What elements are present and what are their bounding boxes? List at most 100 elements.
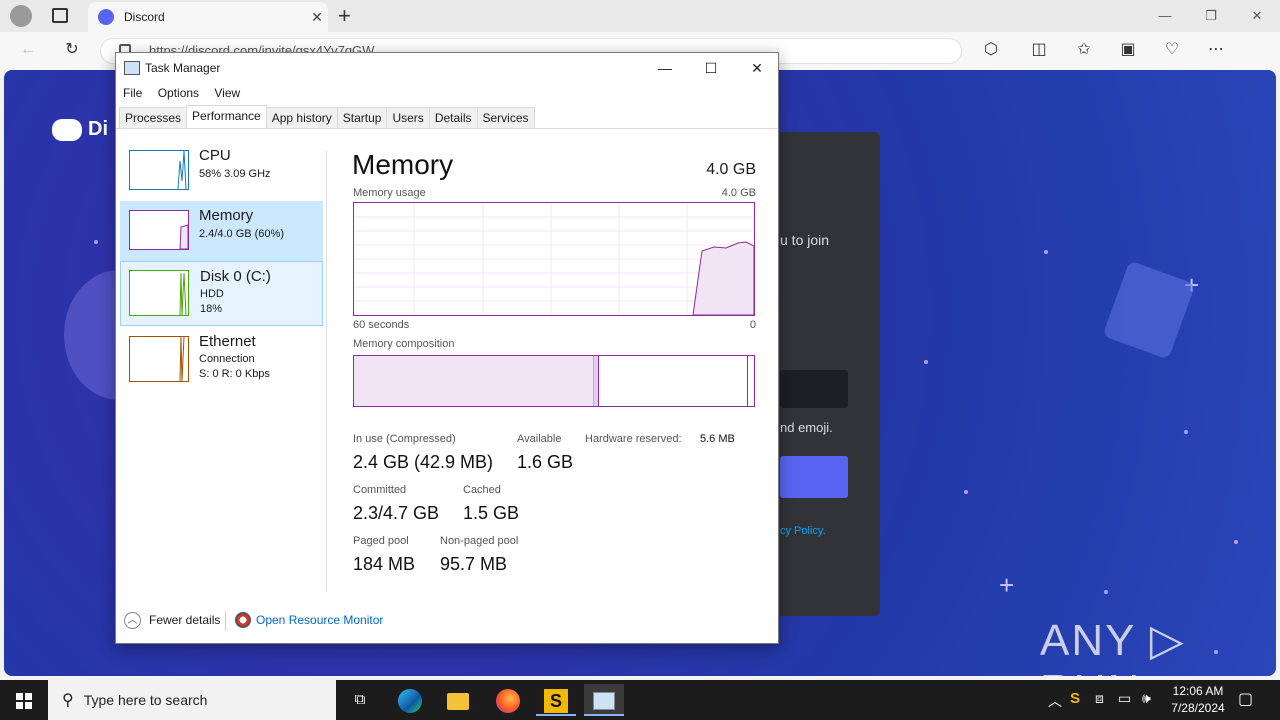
- sidebar-divider: [326, 151, 327, 591]
- clock-date[interactable]: 7/28/2024: [1166, 701, 1230, 715]
- task-view-icon[interactable]: ⧉: [340, 684, 380, 716]
- memory-total: 4.0 GB: [706, 161, 756, 178]
- new-tab-button[interactable]: +: [338, 3, 351, 29]
- sidebar-item-memory[interactable]: Memory 2.4/4.0 GB (60%): [120, 201, 323, 265]
- memory-usage-graph: [353, 202, 755, 316]
- tab-divider: [116, 128, 778, 129]
- tm-close-button[interactable]: ✕: [734, 53, 780, 83]
- app-s-taskbar-icon[interactable]: S: [536, 684, 576, 716]
- non-paged-pool-value: 95.7 MB: [440, 554, 508, 574]
- cpu-label: CPU: [199, 147, 231, 164]
- tray-app-s-icon[interactable]: S: [1070, 690, 1080, 707]
- memory-heading: Memory: [352, 149, 454, 180]
- graph-axis-left: 60 seconds: [353, 319, 410, 331]
- discord-favicon-icon: [98, 9, 114, 25]
- sidebar-item-disk[interactable]: Disk 0 (C:) HDD 18%: [120, 261, 323, 326]
- tm-menubar: File Options View: [123, 86, 252, 100]
- task-manager-titlebar[interactable]: Task Manager — ☐ ✕: [116, 53, 778, 83]
- disk-thumbnail: [129, 270, 189, 316]
- tab-performance[interactable]: Performance: [186, 105, 267, 128]
- memory-usage-max: 4.0 GB: [721, 187, 756, 199]
- menu-view[interactable]: View: [214, 86, 240, 100]
- browser-tab-bar: Discord ✕ + — ❐ ✕: [0, 0, 1280, 32]
- task-manager-taskbar-icon[interactable]: [584, 684, 624, 716]
- tm-minimize-button[interactable]: —: [642, 53, 688, 83]
- cached-value: 1.5 GB: [463, 503, 520, 523]
- cpu-usage: 58% 3.09 GHz: [199, 168, 271, 180]
- tab-services[interactable]: Services: [476, 107, 535, 128]
- hardware-reserved-label: Hardware reserved:: [585, 433, 682, 445]
- browser-tab-discord[interactable]: Discord ✕: [88, 2, 328, 32]
- tm-maximize-button[interactable]: ☐: [688, 53, 734, 83]
- open-resource-monitor-link[interactable]: Open Resource Monitor: [256, 613, 383, 627]
- accept-invite-button[interactable]: [780, 456, 848, 498]
- menu-file[interactable]: File: [123, 86, 142, 100]
- memory-composition-label: Memory composition: [353, 338, 455, 350]
- extensions-icon[interactable]: ⬡: [975, 36, 1007, 64]
- file-explorer-taskbar-icon[interactable]: [438, 684, 478, 716]
- committed-value: 2.3/4.7 GB: [353, 503, 440, 523]
- task-manager-window: Task Manager — ☐ ✕ File Options View Pro…: [115, 52, 779, 644]
- tab-processes[interactable]: Processes: [119, 107, 188, 128]
- memory-usage-label: Memory usage: [353, 187, 426, 199]
- show-hidden-icons-chevron[interactable]: ︿: [1048, 691, 1062, 711]
- volume-icon[interactable]: 🕪: [1142, 690, 1151, 707]
- hardware-reserved-value: 5.6 MB: [700, 433, 735, 445]
- browser-minimize-button[interactable]: —: [1142, 4, 1188, 28]
- non-paged-pool-label: Non-paged pool: [440, 535, 519, 547]
- sparkle-icon: +: [999, 570, 1015, 600]
- memory-thumbnail-graph: [179, 224, 189, 250]
- search-icon: ⚲: [62, 692, 74, 709]
- sidebar-item-ethernet[interactable]: Ethernet Connection S: 0 R: 0 Kbps: [120, 327, 323, 391]
- privacy-policy-link[interactable]: cy Policy.: [780, 525, 826, 537]
- disk-type: HDD: [200, 288, 224, 300]
- performance-icon[interactable]: ♡: [1156, 36, 1188, 64]
- tab-startup[interactable]: Startup: [336, 107, 388, 128]
- tab-actions-icon[interactable]: [52, 8, 68, 23]
- star-decoration: [1104, 590, 1108, 594]
- clock-time[interactable]: 12:06 AM: [1166, 684, 1230, 698]
- split-screen-icon[interactable]: ◫: [1023, 36, 1055, 64]
- sidebar-item-cpu[interactable]: CPU 58% 3.09 GHz: [120, 141, 323, 205]
- resource-monitor-icon: [235, 612, 251, 628]
- menu-options[interactable]: Options: [158, 86, 199, 100]
- taskbar-search-box[interactable]: ⚲ Type here to search: [48, 680, 336, 720]
- cpu-thumbnail: [129, 150, 189, 190]
- fewer-details-link[interactable]: Fewer details: [149, 613, 220, 627]
- start-windows-icon[interactable]: [4, 684, 44, 716]
- disk-thumbnail-graph: [179, 272, 187, 316]
- tab-app-history[interactable]: App history: [265, 107, 338, 128]
- back-icon[interactable]: ←: [12, 36, 44, 64]
- tm-tabs: Processes Performance App history Startu…: [119, 105, 535, 129]
- invite-emoji-text: nd emoji.: [780, 420, 833, 435]
- browser-close-button[interactable]: ✕: [1234, 4, 1280, 28]
- tab-users[interactable]: Users: [386, 107, 430, 128]
- star-decoration: [1234, 540, 1238, 544]
- favorites-icon[interactable]: ✩: [1068, 36, 1100, 64]
- profile-icon[interactable]: [10, 5, 32, 27]
- memory-label: Memory: [199, 207, 254, 224]
- edge-taskbar-icon[interactable]: [390, 684, 430, 716]
- network-icon[interactable]: ▭: [1118, 690, 1131, 707]
- memory-usage-graph-svg: [354, 203, 755, 316]
- committed-label: Committed: [353, 484, 407, 496]
- tab-close-icon[interactable]: ✕: [306, 9, 328, 26]
- tab-details[interactable]: Details: [428, 107, 478, 128]
- task-manager-title: Task Manager: [145, 61, 221, 75]
- memory-usage: 2.4/4.0 GB (60%): [199, 228, 284, 240]
- more-menu-icon[interactable]: ⋯: [1200, 36, 1232, 64]
- collections-icon[interactable]: ▣: [1112, 36, 1144, 64]
- fewer-details-chevron-icon[interactable]: ︿: [124, 612, 141, 629]
- disk-label: Disk 0 (C:): [200, 268, 271, 285]
- available-label: Available: [517, 433, 562, 445]
- notifications-icon[interactable]: ▢: [1238, 689, 1253, 709]
- anyrun-watermark: ANY ▷ RUN: [1040, 616, 1186, 676]
- star-decoration: [94, 240, 98, 244]
- firefox-taskbar-icon[interactable]: [488, 684, 528, 716]
- star-decoration: [1044, 250, 1048, 254]
- invite-input[interactable]: [780, 370, 848, 408]
- graph-axis-right: 0: [749, 319, 756, 331]
- tray-device-icon[interactable]: ⧈: [1095, 690, 1104, 707]
- refresh-icon[interactable]: ↻: [56, 36, 88, 64]
- browser-maximize-button[interactable]: ❐: [1188, 4, 1234, 28]
